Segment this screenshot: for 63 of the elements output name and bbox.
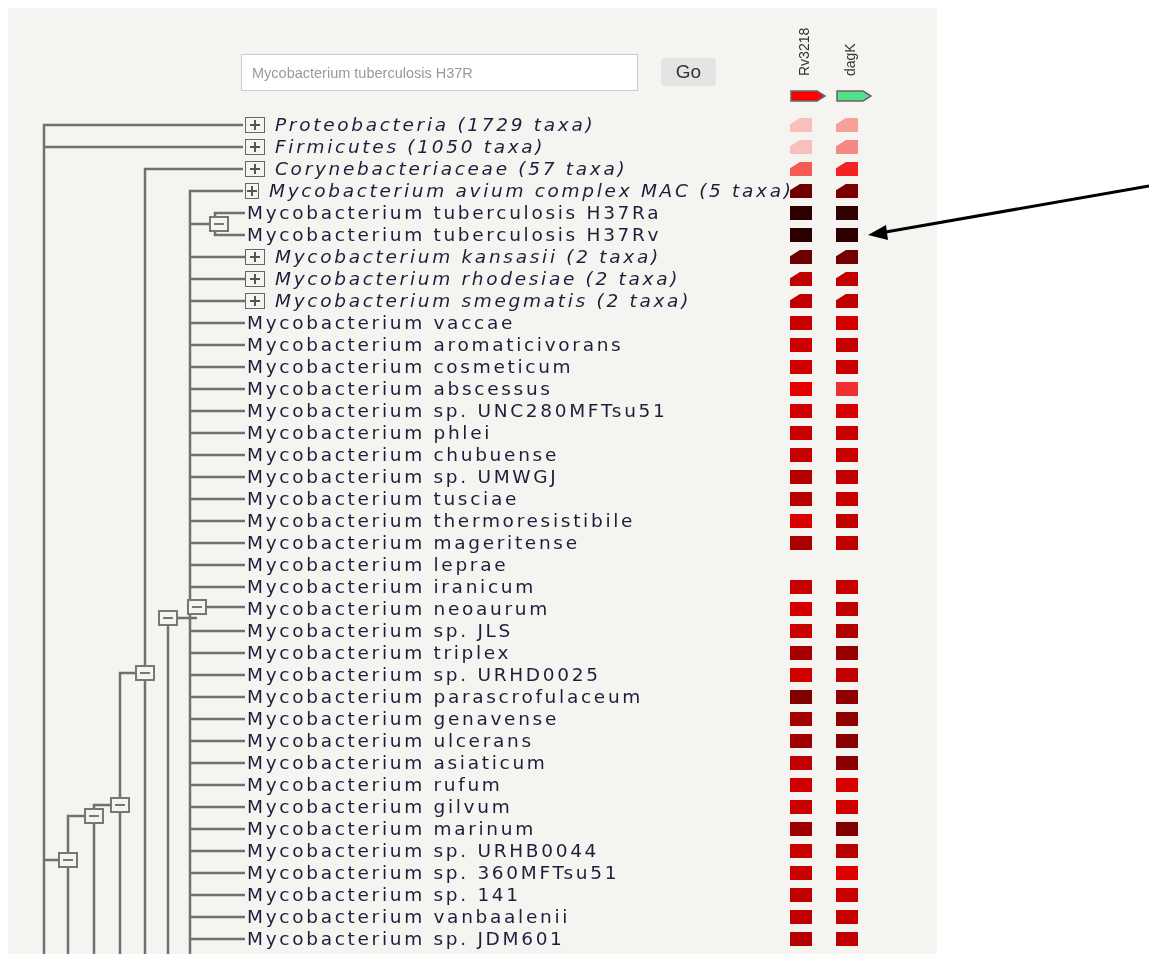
expand-toggle[interactable]: [245, 161, 265, 177]
taxon-label[interactable]: Mycobacterium sp. URHB0044: [247, 840, 600, 862]
taxon-label[interactable]: Mycobacterium smegmatis (2 taxa): [275, 290, 692, 312]
collapse-toggle[interactable]: [84, 808, 104, 824]
taxon-label[interactable]: Proteobacteria (1729 taxa): [275, 114, 596, 136]
taxon-label[interactable]: Mycobacterium rufum: [247, 774, 503, 796]
taxon-label[interactable]: Mycobacterium kansasii (2 taxa): [275, 246, 661, 268]
taxon-label[interactable]: Corynebacteriaceae (57 taxa): [275, 158, 628, 180]
expand-toggle[interactable]: [245, 139, 265, 155]
gene-name: dagK: [842, 42, 858, 76]
taxon-label[interactable]: Mycobacterium sp. UNC280MFTsu51: [247, 400, 668, 422]
taxon-label[interactable]: Mycobacterium chubuense: [247, 444, 559, 466]
taxon-label[interactable]: Mycobacterium leprae: [247, 554, 509, 576]
plus-icon: [249, 141, 261, 153]
taxon-label[interactable]: Mycobacterium vaccae: [247, 312, 515, 334]
taxon-label[interactable]: Firmicutes (1050 taxa): [275, 136, 546, 158]
plus-icon: [249, 273, 261, 285]
taxon-label[interactable]: Mycobacterium neoaurum: [247, 598, 550, 620]
taxon-label[interactable]: Mycobacterium thermoresistibile: [247, 510, 636, 532]
plus-icon: [249, 251, 261, 263]
taxon-label[interactable]: Mycobacterium tuberculosis H37Rv: [247, 224, 662, 246]
taxon-label[interactable]: Mycobacterium triplex: [247, 642, 512, 664]
taxon-label[interactable]: Mycobacterium sp. URHD0025: [247, 664, 601, 686]
taxon-label[interactable]: Mycobacterium phlei: [247, 422, 493, 444]
taxon-label[interactable]: Mycobacterium ulcerans: [247, 730, 534, 752]
taxon-label[interactable]: Mycobacterium marinum: [247, 818, 536, 840]
taxon-label[interactable]: Mycobacterium sp. UMWGJ: [247, 466, 559, 488]
expand-toggle[interactable]: [245, 293, 265, 309]
taxon-label[interactable]: Mycobacterium asiaticum: [247, 752, 548, 774]
collapse-toggle[interactable]: [58, 852, 78, 868]
collapse-toggle[interactable]: [209, 216, 229, 232]
taxon-label[interactable]: Mycobacterium vanbaalenii: [247, 906, 571, 928]
collapse-toggle[interactable]: [110, 797, 130, 813]
collapse-toggle[interactable]: [135, 665, 155, 681]
plus-icon: [249, 163, 261, 175]
collapse-toggle[interactable]: [158, 610, 178, 626]
taxon-label[interactable]: Mycobacterium parascrofulaceum: [247, 686, 644, 708]
plus-icon: [246, 185, 258, 197]
expand-toggle[interactable]: [245, 271, 265, 287]
expand-toggle[interactable]: [245, 117, 265, 133]
taxon-label[interactable]: Mycobacterium gilvum: [247, 796, 513, 818]
taxon-label[interactable]: Mycobacterium sp. 141: [247, 884, 521, 906]
taxon-label[interactable]: Mycobacterium avium complex MAC (5 taxa): [269, 180, 794, 202]
collapse-toggle[interactable]: [187, 599, 207, 615]
taxon-label[interactable]: Mycobacterium cosmeticum: [247, 356, 574, 378]
taxon-label[interactable]: Mycobacterium iranicum: [247, 576, 536, 598]
search-field[interactable]: Mycobacterium tuberculosis H37R: [241, 54, 638, 91]
taxon-label[interactable]: Mycobacterium sp. JLS: [247, 620, 513, 642]
taxon-label[interactable]: Mycobacterium sp. JDM601: [247, 928, 565, 950]
expand-toggle[interactable]: [245, 249, 265, 265]
taxon-label[interactable]: Mycobacterium rhodesiae (2 taxa): [275, 268, 681, 290]
taxon-label[interactable]: Mycobacterium tuberculosis H37Ra: [247, 202, 662, 224]
taxon-label[interactable]: Mycobacterium aromaticivorans: [247, 334, 624, 356]
expand-toggle[interactable]: [245, 183, 259, 199]
plus-icon: [249, 295, 261, 307]
plus-icon: [249, 119, 261, 131]
gene-name: Rv3218: [796, 26, 812, 76]
go-button[interactable]: Go: [661, 58, 716, 86]
taxon-label[interactable]: Mycobacterium genavense: [247, 708, 560, 730]
taxon-label[interactable]: Mycobacterium tusciae: [247, 488, 519, 510]
taxon-label[interactable]: Mycobacterium sp. 360MFTsu51: [247, 862, 620, 884]
taxon-label[interactable]: Mycobacterium abscessus: [247, 378, 553, 400]
taxon-label[interactable]: Mycobacterium mageritense: [247, 532, 580, 554]
